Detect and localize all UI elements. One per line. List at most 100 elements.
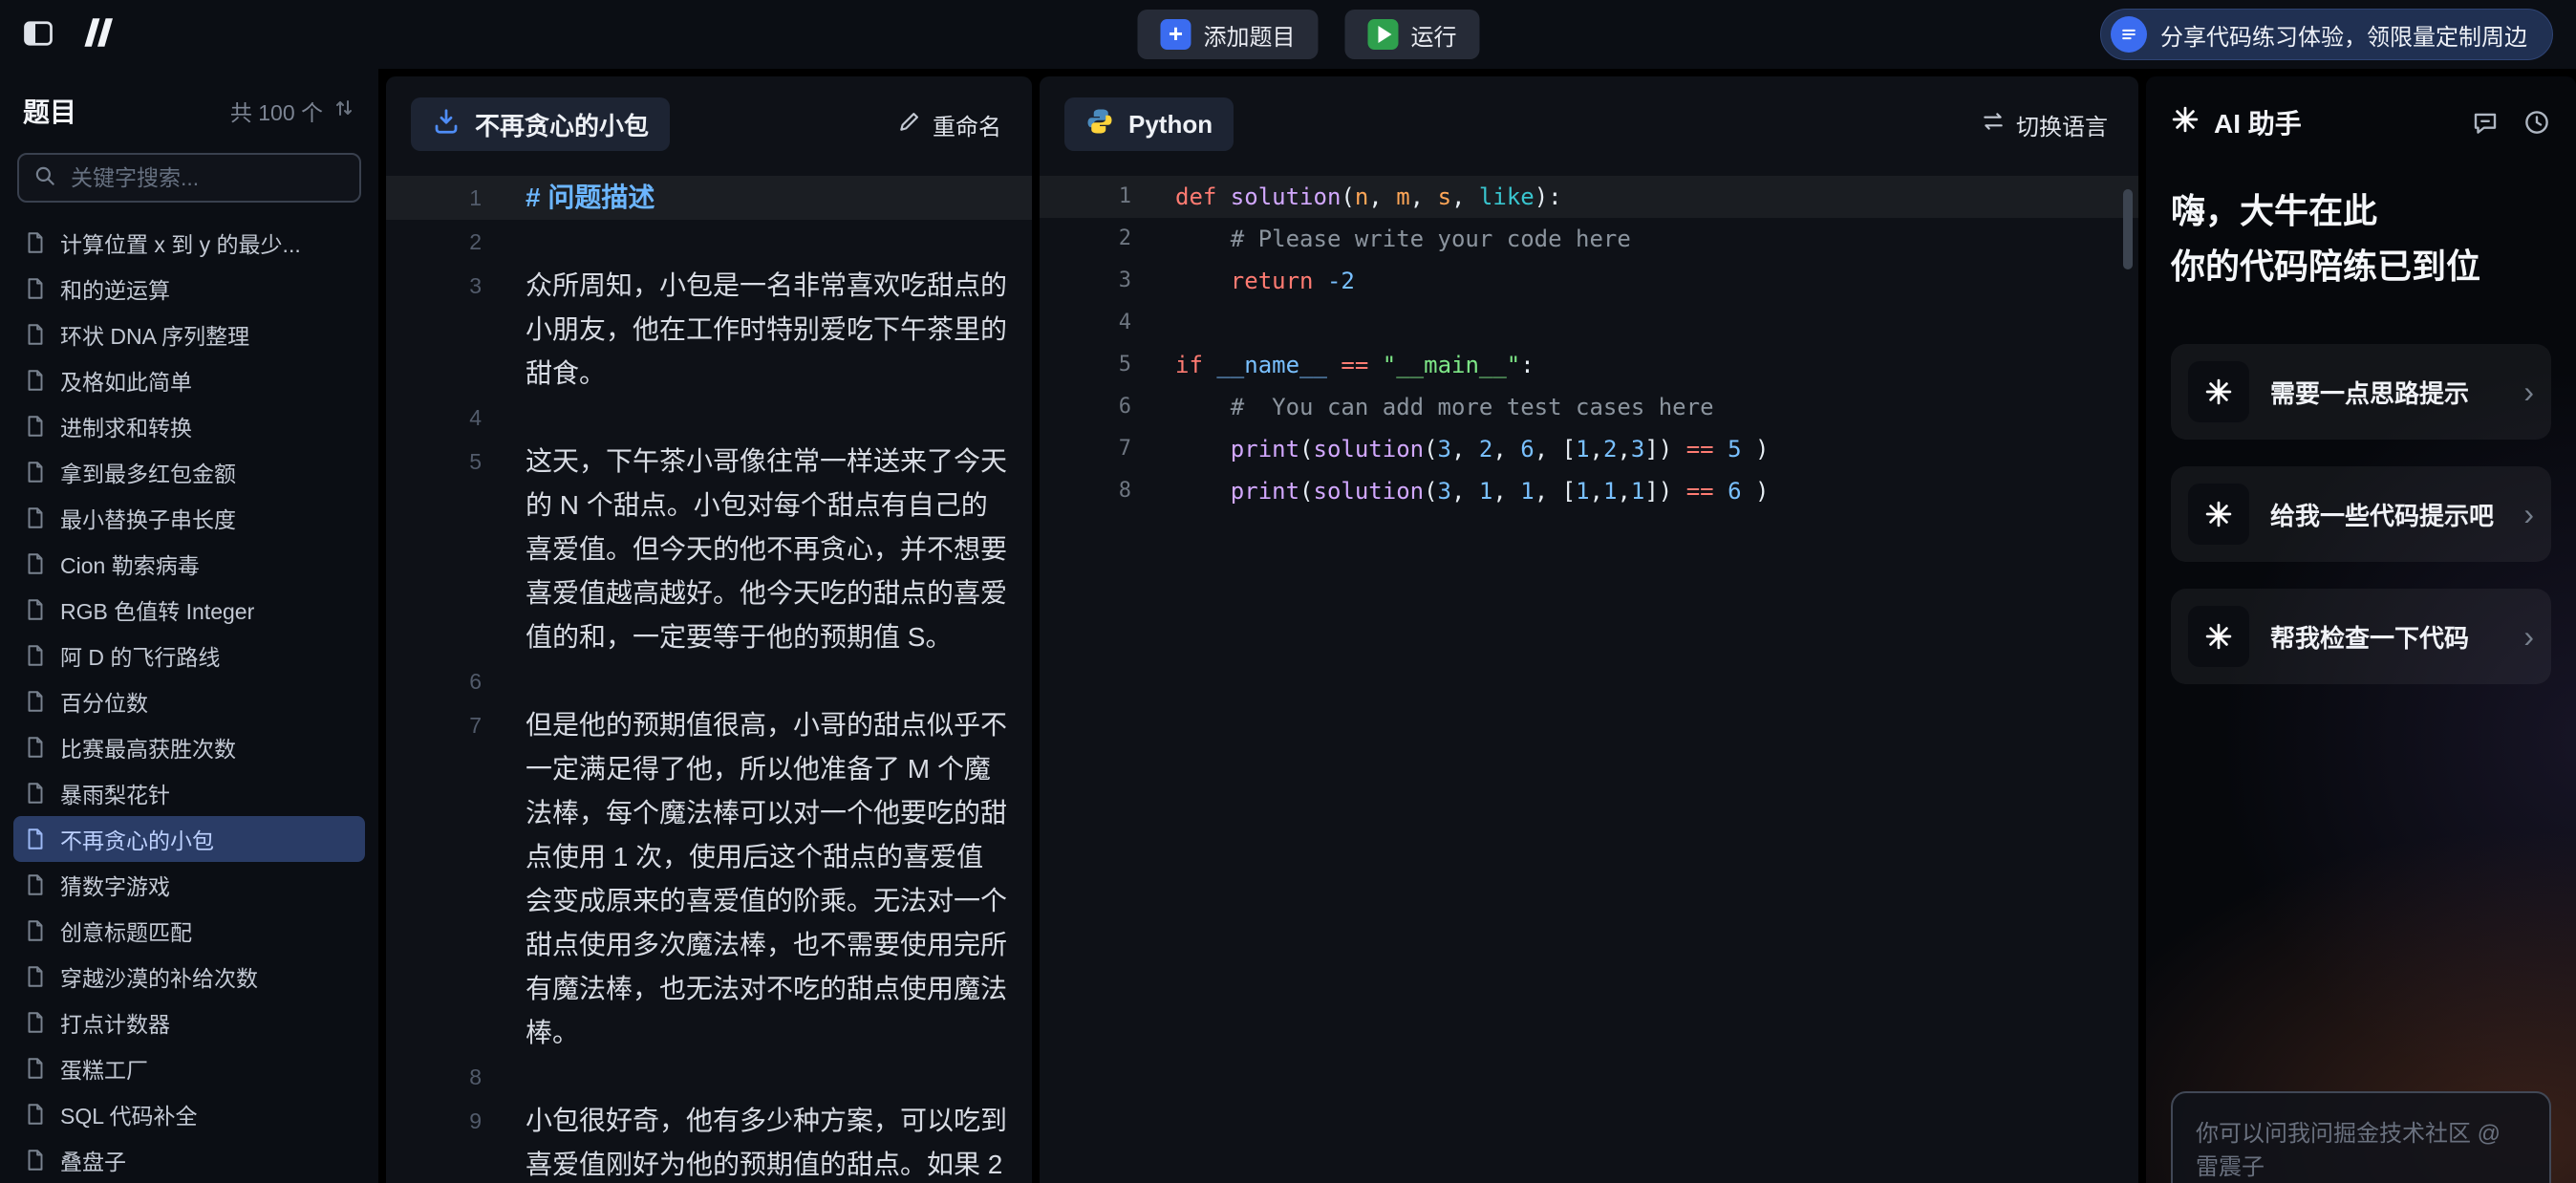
- ai-title-wrap: AI 助手: [2171, 103, 2302, 141]
- problem-list-item[interactable]: 蛋糕工厂: [13, 1045, 365, 1091]
- problem-list-item[interactable]: 比赛最高获胜次数: [13, 724, 365, 770]
- suggestion-list: 需要一点思路提示› 给我一些代码提示吧› 帮我检查一下代码›: [2171, 344, 2551, 684]
- line-number: 1: [386, 176, 482, 220]
- problem-title: 不再贪心的小包: [475, 107, 649, 142]
- sparkle-icon: [2188, 606, 2249, 667]
- description-line: 1 # 问题描述: [386, 176, 1032, 220]
- line-number: 9: [386, 1099, 482, 1143]
- problem-title-pill[interactable]: 不再贪心的小包: [411, 97, 670, 151]
- document-icon: [23, 414, 48, 439]
- sort-icon[interactable]: [333, 97, 355, 125]
- chevron-right-icon: ›: [2523, 376, 2538, 407]
- line-number: 8: [386, 1055, 482, 1099]
- problem-list-item[interactable]: RGB 色值转 Integer: [13, 587, 365, 633]
- promo-label: 分享代码练习体验，领限量定制周边: [2160, 18, 2527, 52]
- line-number: 5: [386, 440, 482, 484]
- problem-list-item[interactable]: 百分位数: [13, 678, 365, 724]
- line-number: 5: [1040, 344, 1131, 386]
- document-icon: [23, 460, 48, 484]
- line-text: 众所周知，小包是一名非常喜欢吃甜点的小朋友，他在工作时特别爱吃下午茶里的甜食。: [526, 264, 1009, 396]
- problem-item-label: 阿 D 的飞行路线: [60, 639, 220, 672]
- suggestion-card[interactable]: 需要一点思路提示›: [2171, 344, 2551, 440]
- problem-list-item[interactable]: 打点计数器: [13, 1000, 365, 1045]
- ai-greeting-line1: 嗨，大牛在此: [2171, 183, 2551, 239]
- topbar: + 添加题目 运行 分享代码练习体验，领限量定制周边: [0, 0, 2576, 69]
- app-logo[interactable]: [76, 17, 118, 53]
- problem-item-label: 叠盘子: [60, 1144, 126, 1176]
- code-text: print(solution(3, 2, 6, [1,2,3]) == 5 ): [1131, 428, 1769, 470]
- suggestion-card[interactable]: 帮我检查一下代码›: [2171, 589, 2551, 684]
- sidebar-toggle-icon: [21, 16, 55, 54]
- new-chat-icon[interactable]: [2471, 108, 2500, 137]
- editor-scrollbar[interactable]: [2123, 189, 2133, 269]
- code-line: 3 return -2: [1040, 260, 2138, 302]
- problem-item-label: 进制求和转换: [60, 410, 192, 442]
- code-text: return -2: [1131, 260, 1355, 302]
- code-line: 4: [1040, 302, 2138, 344]
- problem-list-item[interactable]: Cion 勒索病毒: [13, 541, 365, 587]
- line-number: 6: [1040, 386, 1131, 428]
- problem-item-label: Cion 勒索病毒: [60, 548, 200, 580]
- document-icon: [23, 643, 48, 668]
- language-pill[interactable]: Python: [1064, 97, 1234, 151]
- document-icon: [23, 918, 48, 943]
- chevron-right-icon: ›: [2523, 499, 2538, 529]
- add-problem-button[interactable]: + 添加题目: [1137, 10, 1318, 59]
- code-line: 2 # Please write your code here: [1040, 218, 2138, 260]
- switch-language-button[interactable]: 切换语言: [1975, 107, 2114, 142]
- problem-list-item[interactable]: 暴雨梨花针: [13, 770, 365, 816]
- search-input[interactable]: [69, 164, 346, 192]
- search-box[interactable]: [17, 153, 361, 203]
- problem-list-item[interactable]: SQL 代码补全: [13, 1091, 365, 1137]
- run-button[interactable]: 运行: [1344, 10, 1479, 59]
- editor-panel: Python 切换语言 1def solution(n, m, s, like)…: [1040, 76, 2138, 1183]
- description-line: 9小包很好奇，他有多少种方案，可以吃到喜爱值刚好为他的预期值的甜点。如果 2 种…: [386, 1099, 1032, 1183]
- problem-list-item[interactable]: 阿 D 的飞行路线: [13, 633, 365, 678]
- ai-input[interactable]: [2173, 1093, 2549, 1183]
- problem-list-item[interactable]: 和的逆运算: [13, 266, 365, 312]
- document-icon: [23, 735, 48, 760]
- topbar-actions: + 添加题目 运行: [1137, 10, 1479, 59]
- ai-greeting-line2: 你的代码陪练已到位: [2171, 239, 2551, 294]
- document-icon: [23, 368, 48, 393]
- problem-item-label: 百分位数: [60, 685, 148, 718]
- suggestion-card[interactable]: 给我一些代码提示吧›: [2171, 466, 2551, 562]
- sidebar-toggle-button[interactable]: [21, 16, 55, 54]
- line-number: 7: [386, 703, 482, 747]
- sparkle-icon: [2171, 105, 2200, 140]
- ai-input-box[interactable]: [2171, 1091, 2551, 1183]
- description-line: 2: [386, 220, 1032, 264]
- code-editor[interactable]: 1def solution(n, m, s, like):2 # Please …: [1040, 176, 2138, 512]
- problem-item-label: 计算位置 x 到 y 的最少...: [60, 226, 301, 259]
- code-line: 1def solution(n, m, s, like):: [1040, 176, 2138, 218]
- problem-list-item[interactable]: 创意标题匹配: [13, 908, 365, 954]
- problem-item-label: 猜数字游戏: [60, 869, 170, 901]
- problem-list-item[interactable]: 不再贪心的小包: [13, 816, 365, 862]
- line-number: 3: [386, 264, 482, 308]
- document-icon: [23, 1102, 48, 1127]
- sidebar-header: 题目 共 100 个: [13, 69, 365, 128]
- problem-item-label: 暴雨梨花针: [60, 777, 170, 809]
- problem-list-item[interactable]: 及格如此简单: [13, 357, 365, 403]
- add-problem-label: 添加题目: [1203, 18, 1295, 52]
- description-line: 6: [386, 659, 1032, 703]
- problem-list-item[interactable]: 进制求和转换: [13, 403, 365, 449]
- problem-list-item[interactable]: 环状 DNA 序列整理: [13, 312, 365, 357]
- rename-button[interactable]: 重命名: [891, 107, 1007, 142]
- megaphone-icon: [2111, 16, 2147, 53]
- history-icon[interactable]: [2522, 108, 2551, 137]
- problem-description[interactable]: 1 # 问题描述23 众所周知，小包是一名非常喜欢吃甜点的小朋友，他在工作时特别爱吃…: [386, 176, 1032, 1183]
- problem-list-item[interactable]: 拿到最多红包金额: [13, 449, 365, 495]
- problem-list-item[interactable]: 最小替换子串长度: [13, 495, 365, 541]
- promo-banner-button[interactable]: 分享代码练习体验，领限量定制周边: [2100, 9, 2553, 60]
- problem-list-item[interactable]: 猜数字游戏: [13, 862, 365, 908]
- ai-greeting: 嗨，大牛在此 你的代码陪练已到位: [2171, 183, 2551, 294]
- problem-list-item[interactable]: 叠盘子: [13, 1137, 365, 1183]
- problem-list-item[interactable]: 穿越沙漠的补给次数: [13, 954, 365, 1000]
- line-number: 8: [1040, 470, 1131, 512]
- problem-list-item[interactable]: 计算位置 x 到 y 的最少...: [13, 220, 365, 266]
- app: + 添加题目 运行 分享代码练习体验，领限量定制周边: [0, 0, 2576, 1183]
- code-text: [1131, 302, 1175, 344]
- line-text: 但是他的预期值很高，小哥的甜点似乎不一定满足得了他，所以他准备了 M 个魔法棒，…: [526, 703, 1009, 1055]
- line-text: # 问题描述: [526, 176, 1009, 220]
